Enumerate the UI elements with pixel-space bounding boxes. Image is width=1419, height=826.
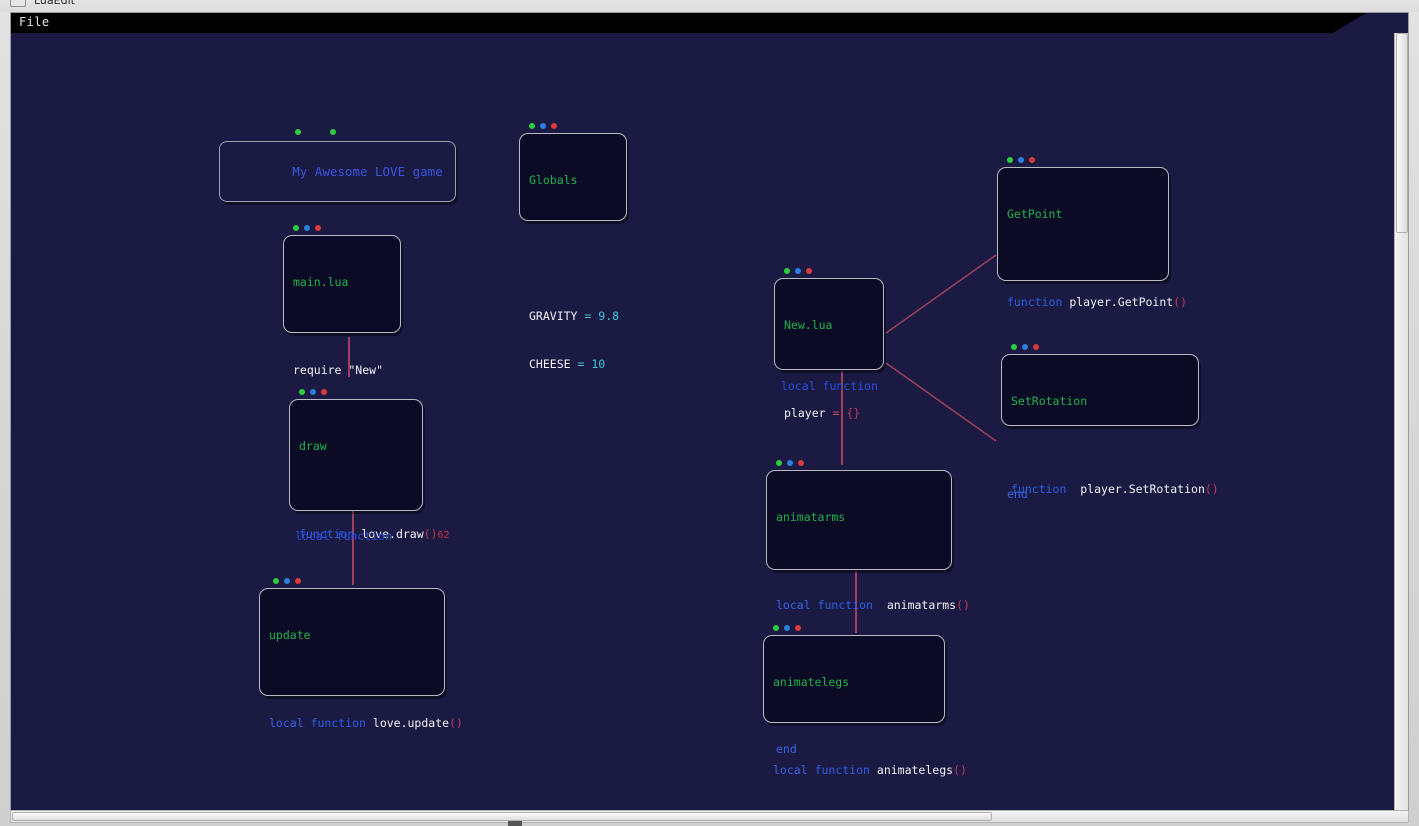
status-dot-green[interactable] <box>295 129 301 135</box>
code-line: local function love.update() <box>269 716 463 730</box>
node-update-title: update <box>269 628 311 642</box>
graph-canvas[interactable]: My Awesome LOVE game Globals GRAVITY = 9… <box>11 33 1408 813</box>
status-dot-red[interactable] <box>798 460 804 466</box>
node-dots-title-game[interactable] <box>295 129 336 135</box>
node-dots-main-lua[interactable] <box>293 225 321 231</box>
resize-grip[interactable] <box>508 821 522 826</box>
node-setrotation[interactable]: SetRotation function player.SetRotation(… <box>1001 354 1219 496</box>
code-line: CHEESE = 10 <box>529 357 606 371</box>
status-dot-green[interactable] <box>784 268 790 274</box>
status-dot-blue[interactable] <box>1018 157 1024 163</box>
node-new-lua-label: local function <box>781 379 878 393</box>
status-dot-green[interactable] <box>1011 344 1017 350</box>
node-new-lua[interactable]: New.lua player = {} <box>774 278 884 420</box>
node-draw-title: draw <box>299 439 327 453</box>
status-dot-red[interactable] <box>321 389 327 395</box>
status-dot-red[interactable] <box>315 225 321 231</box>
node-globals-title: Globals <box>529 173 578 187</box>
status-dot-red[interactable] <box>295 578 301 584</box>
status-dot-green[interactable] <box>529 123 535 129</box>
status-dot-green[interactable] <box>773 625 779 631</box>
node-animatelegs[interactable]: animatelegs local function animatelegs()… <box>763 635 967 777</box>
status-dot-blue[interactable] <box>310 389 316 395</box>
node-draw[interactable]: draw function love.draw()62 end <box>289 399 450 639</box>
vertical-scrollbar[interactable] <box>1394 33 1408 813</box>
node-getpoint-title: GetPoint <box>1007 207 1063 221</box>
node-setrotation-title: SetRotation <box>1011 394 1088 408</box>
node-dots-getpoint[interactable] <box>1007 157 1035 163</box>
code-line: GRAVITY = 9.8 <box>529 309 620 323</box>
node-setrotation-body: function player.SetRotation() <box>1011 449 1219 529</box>
node-draw-label: local function <box>295 529 392 543</box>
code-line: local function animatelegs() <box>773 763 967 777</box>
status-dot-green[interactable] <box>1007 157 1013 163</box>
node-animatelegs-title: animatelegs <box>773 675 850 689</box>
node-globals[interactable]: Globals GRAVITY = 9.8 CHEESE = 10 <box>519 133 627 371</box>
status-dot-blue[interactable] <box>795 268 801 274</box>
code-line: player = {} <box>784 406 861 420</box>
status-dot-green[interactable] <box>299 389 305 395</box>
status-dot-red[interactable] <box>551 123 557 129</box>
status-dot-blue[interactable] <box>1022 344 1028 350</box>
status-dot-green[interactable] <box>273 578 279 584</box>
node-animatelegs-body: local function animatelegs() end <box>773 730 967 813</box>
vertical-scrollbar-thumb[interactable] <box>1396 33 1408 233</box>
node-update-body: local function love.update() end <box>269 683 463 813</box>
node-dots-setrotation[interactable] <box>1011 344 1039 350</box>
horizontal-scrollbar-thumb[interactable] <box>12 812 992 821</box>
horizontal-scrollbar[interactable] <box>10 810 1409 823</box>
status-dot-green[interactable] <box>776 460 782 466</box>
error-badge: 62 <box>437 530 450 541</box>
node-dots-update[interactable] <box>273 578 301 584</box>
node-animatarms-title: animatarms <box>776 510 846 524</box>
node-project-title[interactable]: My Awesome LOVE game <box>219 141 456 202</box>
node-dots-animatarms[interactable] <box>776 460 804 466</box>
status-dot-red[interactable] <box>1033 344 1039 350</box>
status-dot-red[interactable] <box>795 625 801 631</box>
status-dot-blue[interactable] <box>784 625 790 631</box>
node-dots-draw[interactable] <box>299 389 327 395</box>
status-dot-green[interactable] <box>330 129 336 135</box>
node-dots-globals[interactable] <box>529 123 557 129</box>
app-icon <box>10 0 26 7</box>
node-main-lua-title: main.lua <box>293 275 349 289</box>
status-dot-green[interactable] <box>293 225 299 231</box>
menu-item-file[interactable]: File <box>19 15 50 29</box>
code-line: function player.GetPoint() <box>1007 295 1188 309</box>
title-bar: LuaEdit <box>0 0 1419 12</box>
node-main-lua[interactable]: main.lua require "New" local players = {… <box>283 235 418 473</box>
editor-window: File My Awesome LOVE game Globals GRAVIT… <box>10 12 1409 814</box>
node-update[interactable]: update local function love.update() end <box>259 588 463 730</box>
window-title: LuaEdit <box>34 0 75 7</box>
status-dot-red[interactable] <box>1029 157 1035 163</box>
status-dot-blue[interactable] <box>540 123 546 129</box>
node-dots-new-lua[interactable] <box>784 268 812 274</box>
status-dot-blue[interactable] <box>787 460 793 466</box>
node-new-lua-title: New.lua <box>784 318 833 332</box>
node-animatarms[interactable]: animatarms local function animatarms() e… <box>766 470 970 756</box>
node-globals-body: GRAVITY = 9.8 CHEESE = 10 <box>529 228 620 404</box>
code-line: function player.SetRotation() <box>1011 482 1219 496</box>
application-window: LuaEdit File My Awesome LOVE game Global… <box>0 0 1419 826</box>
node-project-title-text: My Awesome LOVE game <box>292 164 443 179</box>
status-dot-red[interactable] <box>806 268 812 274</box>
node-getpoint[interactable]: GetPoint function player.GetPoint() retu… <box>997 167 1187 501</box>
code-line: local function animatarms() <box>776 598 970 612</box>
code-line: require "New" <box>293 363 384 377</box>
status-dot-blue[interactable] <box>304 225 310 231</box>
menu-bar: File <box>11 13 1367 33</box>
node-dots-animatelegs[interactable] <box>773 625 801 631</box>
status-dot-blue[interactable] <box>284 578 290 584</box>
